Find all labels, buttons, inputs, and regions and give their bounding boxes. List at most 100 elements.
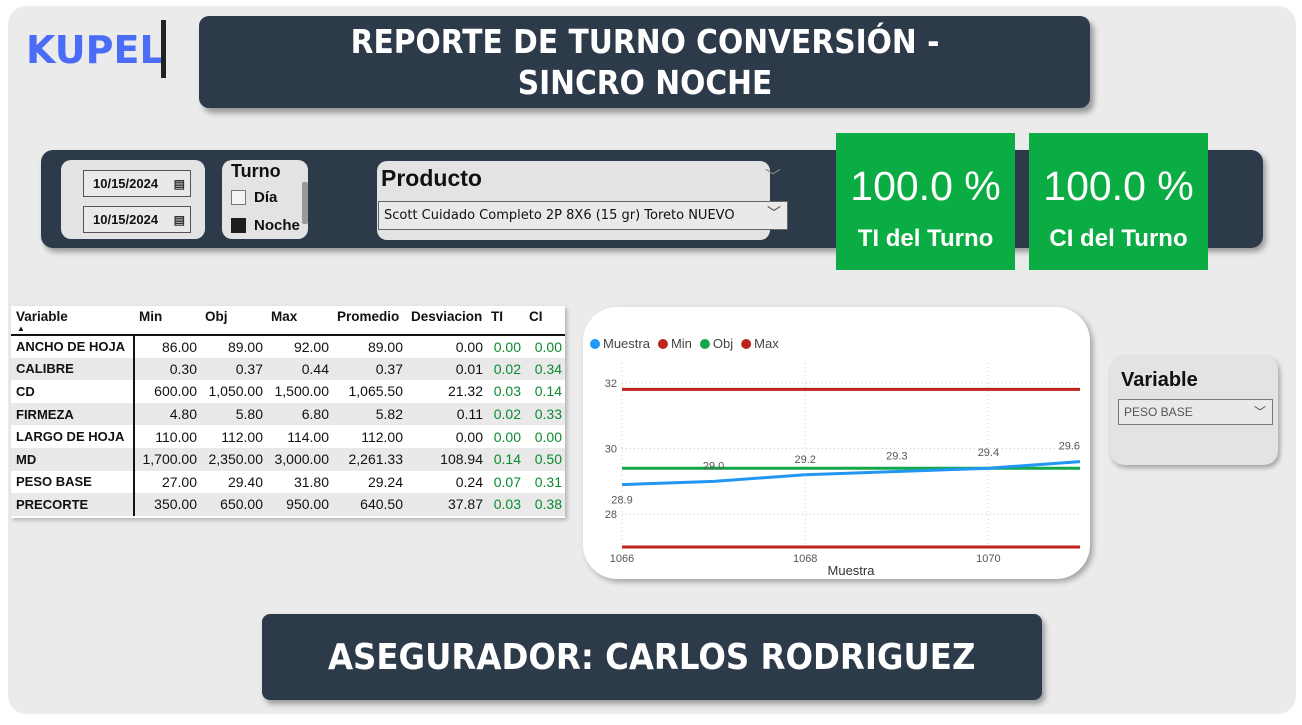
turno-scrollbar[interactable] (302, 182, 308, 224)
date-range-slicer: 10/15/2024 ▤ 10/15/2024 ▤ (61, 160, 205, 239)
variable-slicer: Variable PESO BASE ﹀ (1110, 355, 1278, 465)
table-cell: 3,000.00 (266, 447, 332, 471)
variable-name-cell: MD (11, 447, 135, 471)
line-chart-svg: Muestra Min Obj Max 28 30 32 1066 1068 1070 Muestr… (590, 336, 1081, 578)
legend-marker[interactable] (699, 339, 710, 349)
table-cell: 350.00 (134, 493, 200, 516)
table-row[interactable]: PESO BASE 27.00 29.40 31.80 29.24 0.24 0.07 0.3… (11, 470, 565, 494)
column-header-ti[interactable]: TI (486, 306, 524, 336)
peso-base-line-chart: Muestra Min Obj Max 28 30 32 1066 1068 1070 Muestr… (583, 307, 1090, 579)
variable-name-cell: LARGO DE HOJA (11, 425, 135, 448)
calendar-icon[interactable]: ▤ (174, 172, 185, 197)
kupel-logo: KUPEL (26, 28, 164, 72)
table-row[interactable]: MD 1,700.00 2,350.00 3,000.00 2,261.33 108.94… (11, 447, 565, 471)
table-row[interactable]: LARGO DE HOJA 110.00 112.00 114.00 112.00 0.0… (11, 425, 565, 448)
logo-divider (161, 20, 166, 78)
calendar-icon[interactable]: ▤ (174, 208, 185, 233)
data-label: 28.9 (611, 495, 632, 507)
table-cell: 29.24 (367, 473, 403, 490)
report-title-banner: REPORTE DE TURNO CONVERSIÓN - SINCRO NOC… (199, 16, 1090, 108)
table-cell: 0.14 (534, 383, 562, 400)
table-row[interactable]: FIRMEZA 4.80 5.80 6.80 5.82 0.11 0.02 0.33 (11, 402, 565, 426)
start-date-value: 10/15/2024 (93, 176, 159, 191)
asegurador-banner: ASEGURADOR: CARLOS RODRIGUEZ (262, 614, 1042, 700)
legend-label: Obj (713, 336, 733, 351)
end-date-value: 10/15/2024 (93, 212, 159, 227)
column-header-promedio[interactable]: Promedio (332, 306, 406, 336)
table-cell: 1,050.00 (208, 383, 264, 400)
table-cell: 89.00 (227, 338, 263, 355)
turno-option-label: Noche (254, 216, 300, 234)
x-tick-label: 1066 (610, 553, 634, 565)
y-tick-label: 28 (605, 509, 617, 521)
data-label: 29.2 (794, 454, 815, 466)
column-header-variable[interactable]: Variable ▲ (11, 306, 134, 336)
legend-label: Min (671, 336, 692, 351)
table-cell: 0.00 (455, 338, 483, 355)
checkbox-checked-icon[interactable] (231, 217, 246, 233)
legend-marker[interactable] (657, 339, 668, 349)
variable-name-cell: CD (11, 380, 135, 403)
ci-kpi-value: 100.0 % (1043, 163, 1194, 209)
variable-name-cell: CALIBRE (11, 357, 135, 381)
table-cell: 108.94 (406, 447, 486, 471)
table-row[interactable]: PRECORTE 350.00 650.00 950.00 640.50 37.87 0.0… (11, 493, 565, 516)
chevron-down-icon[interactable]: ﹀ (1254, 400, 1266, 424)
table-cell: 640.50 (332, 493, 406, 516)
table-cell: 6.80 (266, 402, 332, 426)
column-header-label: Variable (16, 309, 68, 324)
series-line-muestra[interactable] (621, 460, 1081, 487)
table-cell: 1,065.50 (348, 383, 404, 400)
turno-option-label: Día (254, 188, 278, 206)
table-cell: 0.37 (200, 357, 266, 381)
chevron-down-icon[interactable]: ﹀ (765, 163, 781, 187)
ci-kpi-label: CI del Turno (1049, 225, 1188, 252)
y-tick-label: 32 (605, 378, 617, 390)
data-label: 29.4 (978, 447, 999, 459)
chevron-down-icon[interactable]: ﹀ (767, 201, 781, 228)
producto-dropdown[interactable]: Scott Cuidado Completo 2P 8X6 (15 gr) To… (378, 201, 788, 230)
turno-title: Turno (231, 161, 281, 181)
column-header-ci[interactable]: CI (524, 306, 565, 336)
ci-kpi-card: 100.0 % CI del Turno (1029, 133, 1208, 270)
column-header-desviacion[interactable]: Desviacion (406, 306, 486, 336)
turno-option-noche[interactable]: Noche (231, 216, 300, 234)
table-cell: 5.82 (332, 402, 406, 426)
table-cell: 0.50 (524, 447, 565, 471)
table-cell: 0.37 (332, 357, 406, 381)
y-tick-label: 30 (605, 444, 617, 456)
table-cell: 0.00 (534, 338, 562, 355)
start-date-input[interactable]: 10/15/2024 ▤ (83, 170, 191, 197)
table-cell: 31.80 (293, 473, 329, 490)
table-cell: 0.00 (455, 428, 483, 445)
column-header-min[interactable]: Min (134, 306, 200, 336)
table-cell: 0.00 (534, 428, 562, 445)
table-cell: 114.00 (287, 428, 329, 445)
table-cell: 0.00 (493, 428, 521, 445)
column-header-max[interactable]: Max (266, 306, 332, 336)
end-date-input[interactable]: 10/15/2024 ▤ (83, 206, 191, 233)
legend-marker[interactable] (590, 339, 600, 349)
table-cell: 86.00 (161, 338, 197, 355)
ti-kpi-card: 100.0 % TI del Turno (836, 133, 1015, 270)
variables-table: Variable ▲ Min Obj Max Promedio Desviacio… (11, 306, 565, 518)
table-row[interactable]: CD 600.00 1,050.00 1,500.00 1,065.50 21.32 0.0… (11, 380, 565, 403)
checkbox-unchecked-icon[interactable] (231, 189, 246, 205)
table-cell: 0.30 (134, 357, 200, 381)
ti-kpi-label: TI del Turno (857, 225, 994, 252)
table-cell: 2,261.33 (332, 447, 406, 471)
table-cell: 112.00 (361, 428, 403, 445)
sort-ascending-icon[interactable]: ▲ (17, 324, 25, 333)
turno-option-dia[interactable]: Día (231, 188, 277, 206)
variable-dropdown[interactable]: PESO BASE ﹀ (1118, 399, 1273, 425)
column-header-obj[interactable]: Obj (200, 306, 266, 336)
table-cell: 0.07 (493, 473, 521, 490)
table-cell: 0.14 (486, 447, 524, 471)
table-cell: 0.02 (486, 402, 524, 426)
table-cell: 37.87 (406, 493, 486, 516)
table-cell: 0.00 (493, 338, 521, 355)
table-row[interactable]: CALIBRE 0.30 0.37 0.44 0.37 0.01 0.02 0.34 (11, 357, 565, 381)
table-row[interactable]: ANCHO DE HOJA 86.00 89.00 92.00 89.00 0.00 0.0… (11, 335, 565, 358)
legend-marker[interactable] (741, 339, 752, 349)
producto-title: Producto (381, 165, 482, 191)
